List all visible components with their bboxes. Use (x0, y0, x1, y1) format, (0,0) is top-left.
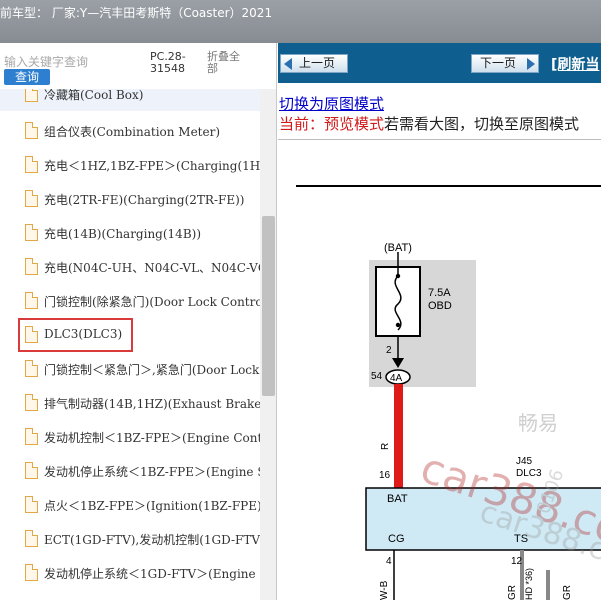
component-id: J45 (516, 456, 533, 467)
switch-original-mode-link[interactable]: 切换为原图模式 (279, 93, 384, 114)
fuse-name: OBD (428, 300, 452, 312)
list-item-label: 点火＜1BZ-FPE＞(Ignition(1BZ-FPE)) (44, 499, 260, 513)
document-icon (25, 224, 38, 241)
document-icon (25, 394, 38, 411)
list-item-label: 充电(N04C-UH、N04C-VL、N04C-VQ) (44, 261, 260, 275)
list-item-label: ECT(1GD-FTV),发动机控制(1GD-FTV) (44, 533, 260, 547)
pin-2: 2 (386, 345, 392, 356)
prev-page-button[interactable]: 上一页 (280, 54, 348, 73)
fuse-node-bottom (395, 322, 401, 328)
list-item-label: DLC3(DLC3) (44, 327, 123, 341)
sidebar-panel: 查询 PC.28-31548 折叠全部 冷藏箱(Cool Box) 组合仪表(C… (0, 43, 277, 600)
list-item[interactable]: ECT(1GD-FTV),发动机控制(1GD-FTV) (0, 522, 260, 556)
pin-4: 4 (386, 556, 392, 567)
arrow-left-icon (284, 58, 292, 70)
terminal-bat: BAT (387, 493, 408, 505)
current-mode-label: 当前：预览模式 (279, 115, 385, 133)
sidebar-scrollbar[interactable] (260, 89, 276, 600)
document-icon (25, 326, 38, 343)
list-item-label: 门锁控制(除紧急门)(Door Lock Control) (44, 295, 260, 309)
wire-r-label: R (380, 443, 391, 450)
document-list: 冷藏箱(Cool Box) 组合仪表(Combination Meter) 充电… (0, 89, 260, 600)
list-item[interactable]: 充电(14B)(Charging(14B)) (0, 216, 260, 250)
list-item[interactable]: 充电(N04C-UH、N04C-VL、N04C-VQ) (0, 250, 260, 284)
list-item[interactable]: 发动机停止系统＜1GD-FTV＞(Engine Stop) (0, 556, 260, 590)
list-item-label: 排气制动器(14B,1HZ)(Exhaust Brake(14B,1HZ)) (44, 397, 260, 411)
list-item-label: 充电＜1HZ,1BZ-FPE＞(Charging(1HZ,1BZ-FPE)) (44, 159, 260, 173)
list-item-label: 发动机停止系统＜1GD-FTV＞(Engine Stop) (44, 567, 260, 581)
mode-hint: 若需看大图，切换至原图模式 (384, 115, 580, 133)
pin-16: 16 (379, 470, 391, 481)
document-icon (25, 156, 38, 173)
wire-gr-label-1: GR (507, 585, 518, 600)
next-page-button[interactable]: 下一页 (471, 54, 539, 73)
scrollbar-thumb[interactable] (262, 216, 275, 396)
list-item[interactable]: 门锁控制(除紧急门)(Door Lock Control) (0, 284, 260, 318)
list-item[interactable]: 充电＜1HZ,1BZ-FPE＞(Charging(1HZ,1BZ-FPE)) (0, 148, 260, 182)
wire-wb-label: W-B (379, 580, 390, 600)
viewer-toolbar: 上一页 下一页 [刷新当 (278, 43, 601, 83)
pc-code-label: PC.28-31548 (150, 50, 186, 75)
document-icon (25, 360, 38, 377)
list-item-label: 充电(14B)(Charging(14B)) (44, 227, 201, 241)
list-item-selected[interactable]: DLC3(DLC3) (18, 318, 133, 352)
list-item-label: 组合仪表(Combination Meter) (44, 125, 221, 139)
current-mode-line: 当前：预览模式若需看大图，切换至原图模式 (279, 113, 579, 134)
document-icon (25, 258, 38, 275)
document-icon (25, 428, 38, 445)
list-item-label: 充电(2TR-FE)(Charging(2TR-FE)) (44, 193, 245, 207)
document-icon (25, 292, 38, 309)
list-item[interactable]: 点火＜1BZ-FPE＞(Ignition(1BZ-FPE)) (0, 488, 260, 522)
list-item[interactable]: 门锁控制＜紧急门＞,紧急门(Door Lock) (0, 352, 260, 386)
fold-all-button[interactable]: 折叠全部 (207, 51, 249, 75)
list-item[interactable]: 发动机停止系统＜1BZ-FPE＞(Engine Stop) (0, 454, 260, 488)
prev-page-label: 上一页 (299, 56, 336, 70)
list-item-label: 冷藏箱(Cool Box) (44, 89, 144, 102)
watermark-cn: 畅易 (518, 411, 558, 435)
list-item-label: 发动机控制＜1BZ-FPE＞(Engine Control) (44, 431, 260, 445)
wiring-diagram: (BAT) 7.5A OBD 2 54 4A R 16 J45 DLC3 BAT… (296, 185, 601, 600)
document-icon (25, 122, 38, 139)
viewer-panel: 上一页 下一页 [刷新当 切换为原图模式 当前：预览模式若需看大图，切换至原图模… (278, 43, 601, 600)
list-item[interactable]: 冷藏箱(Cool Box) (0, 89, 260, 111)
wire-note: HD *36) (524, 568, 534, 600)
list-item[interactable]: 排气制动器(14B,1HZ)(Exhaust Brake(14B,1HZ)) (0, 386, 260, 420)
list-item[interactable]: 充电(2TR-FE)(Charging(2TR-FE)) (0, 182, 260, 216)
list-item-label: 门锁控制＜紧急门＞,紧急门(Door Lock) (44, 363, 260, 377)
terminal-cg: CG (388, 533, 405, 545)
pin-12: 12 (511, 556, 523, 567)
refresh-link[interactable]: [刷新当 (551, 54, 599, 74)
document-icon (25, 496, 38, 513)
document-icon (25, 89, 38, 102)
fuse-node-top (395, 273, 401, 279)
list-item[interactable]: 发动机控制＜1BZ-FPE＞(Engine Control) (0, 420, 260, 454)
list-item-label: 发动机停止系统＜1BZ-FPE＞(Engine Stop) (44, 465, 260, 479)
search-bar: 查询 PC.28-31548 折叠全部 (0, 43, 276, 89)
document-icon (25, 462, 38, 479)
connector-4a-label: 4A (390, 373, 403, 384)
document-icon (25, 564, 38, 581)
list-item[interactable]: 组合仪表(Combination Meter) (0, 114, 260, 148)
wire-gr-label-2: GR (562, 585, 573, 600)
document-icon (25, 190, 38, 207)
document-icon (25, 530, 38, 547)
pin-54: 54 (371, 371, 383, 382)
search-button[interactable]: 查询 (4, 69, 50, 85)
window-title: 前车型： 厂家:Y—汽丰田考斯特（Coaster）2021 (0, 0, 601, 43)
next-page-label: 下一页 (480, 56, 517, 70)
fuse-amp: 7.5A (428, 287, 451, 299)
arrow-right-icon (527, 58, 535, 70)
red-wire (394, 384, 403, 488)
